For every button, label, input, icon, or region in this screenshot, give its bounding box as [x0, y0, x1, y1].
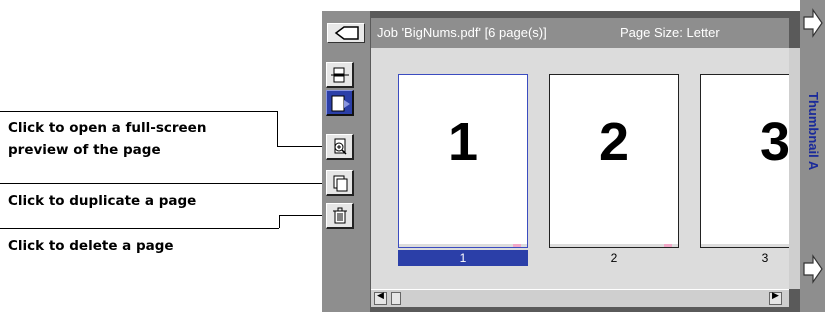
page-number: 1: [447, 112, 479, 172]
delete-page-button[interactable]: [326, 203, 354, 229]
page-number: 2: [598, 112, 630, 172]
vertical-scrollbar[interactable]: [789, 48, 800, 289]
leader-line-preview-drop: [277, 111, 278, 146]
pages-split-icon: [331, 67, 349, 83]
callout-preview: Click to open a full-screen preview of t…: [8, 117, 206, 161]
preview-zoom-icon: [334, 138, 347, 155]
callout-duplicate-line1: Click to duplicate a page: [8, 193, 197, 209]
page-thumbnail-1[interactable]: 1: [398, 74, 528, 248]
thumbnail-viewport[interactable]: 1 1 2 2 3 3: [371, 48, 789, 289]
trash-icon: [333, 207, 347, 224]
page-caption-2[interactable]: 2: [549, 250, 679, 266]
leader-line-preview-end: [277, 146, 325, 147]
page-marker: [513, 244, 521, 247]
callout-duplicate: Click to duplicate a page: [8, 190, 196, 212]
horizontal-scrollbar[interactable]: ◀ ▶: [371, 289, 789, 307]
split-pages-button[interactable]: [326, 62, 354, 88]
preview-page-button[interactable]: [326, 134, 354, 160]
leader-line-duplicate: [0, 183, 326, 184]
back-button[interactable]: [327, 23, 365, 43]
thumbnail-panel-label[interactable]: Thumbnail A: [806, 92, 821, 170]
move-page-button[interactable]: [326, 90, 354, 116]
callout-delete-line1: Click to delete a page: [8, 238, 174, 254]
page-size-label: Page Size: Letter: [620, 25, 720, 40]
title-bar: Job 'BigNums.pdf' [6 page(s)] Page Size:…: [371, 18, 789, 48]
scroll-right-button[interactable]: ▶: [769, 291, 782, 305]
page-caption-1[interactable]: 1: [398, 250, 528, 266]
callout-delete: Click to delete a page: [8, 235, 174, 257]
job-title: Job 'BigNums.pdf' [6 page(s)]: [377, 25, 547, 40]
next-arrow-top-icon[interactable]: [802, 6, 824, 40]
scroll-right-icon: ▶: [772, 291, 779, 301]
callout-preview-line1: Click to open a full-screen: [8, 120, 207, 136]
page-bottom-rule: [550, 244, 678, 247]
leader-line-delete: [0, 228, 279, 229]
scroll-left-icon: ◀: [377, 291, 384, 301]
page-marker: [664, 244, 672, 247]
page-bottom-rule: [701, 244, 789, 247]
next-arrow-bottom-icon[interactable]: [802, 252, 824, 286]
toolbar-column: [322, 11, 370, 312]
page-caption-3[interactable]: 3: [700, 250, 789, 266]
back-arrow-icon: [334, 26, 359, 40]
page-thumbnail-2[interactable]: 2: [549, 74, 679, 248]
duplicate-page-icon: [333, 175, 348, 192]
duplicate-page-button[interactable]: [326, 170, 354, 196]
leader-line-delete-end: [279, 215, 326, 216]
scroll-left-button[interactable]: ◀: [374, 291, 387, 305]
move-page-icon: [331, 95, 350, 112]
page-thumbnail-3[interactable]: 3: [700, 74, 789, 248]
leader-line-delete-rise: [279, 215, 280, 228]
page-bottom-rule: [399, 244, 527, 247]
callout-preview-line2: preview of the page: [8, 142, 161, 158]
leader-line-preview: [0, 111, 277, 112]
scroll-thumb[interactable]: [391, 292, 401, 305]
page-number: 3: [759, 112, 789, 172]
